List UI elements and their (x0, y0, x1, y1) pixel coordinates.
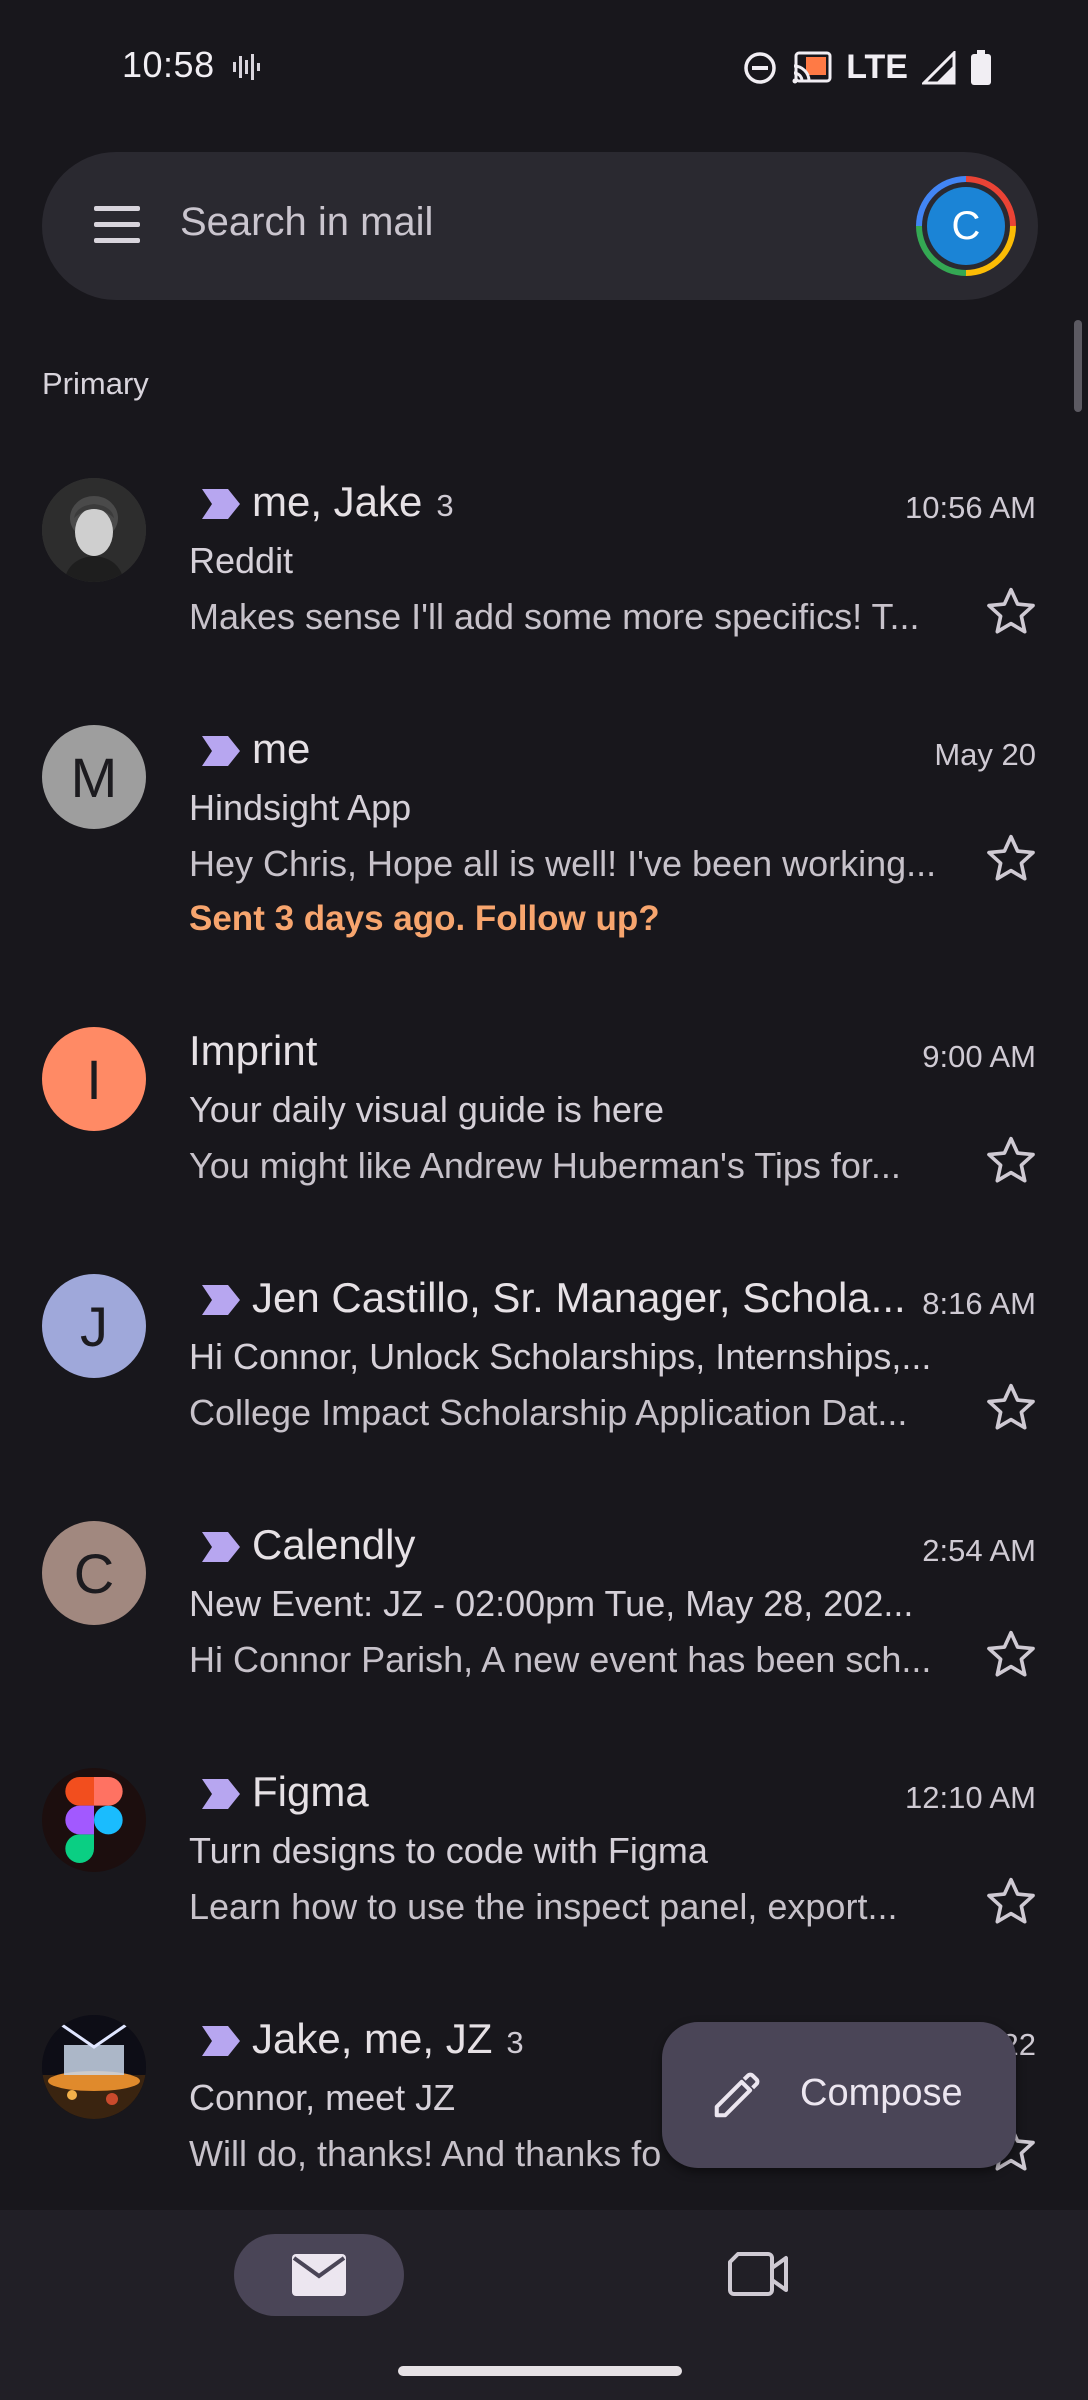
important-marker-icon[interactable] (202, 489, 240, 519)
email-row[interactable]: J Jen Castillo, Sr. Manager, Schola... 8… (0, 1236, 1088, 1476)
status-time: 10:58 (122, 44, 215, 85)
sender-name: Imprint (189, 1027, 318, 1074)
nav-mail-tab[interactable] (234, 2234, 404, 2316)
important-marker-icon[interactable] (202, 2026, 240, 2056)
menu-icon[interactable] (92, 200, 142, 250)
star-icon[interactable] (984, 584, 1038, 638)
email-row[interactable]: M me May 20 Hindsight App Hey Chris, Hop… (0, 687, 1088, 987)
meet-video-icon[interactable] (728, 2248, 790, 2300)
email-date: 12:10 AM (905, 1780, 1036, 1815)
signal-icon (922, 50, 956, 84)
email-date: 2:54 AM (922, 1533, 1036, 1568)
email-subject: Connor, meet JZ (189, 2077, 456, 2118)
sender-name: Jen Castillo, Sr. Manager, Schola... (252, 1274, 906, 1321)
gmail-inbox-screen: 10:58 LTE Search in mail C Primary me, J… (0, 0, 1088, 2400)
sender-avatar: J (42, 1274, 146, 1378)
account-initial: C (927, 187, 1005, 265)
important-marker-icon[interactable] (202, 736, 240, 766)
email-subject: Reddit (189, 540, 294, 581)
email-snippet: Learn how to use the inspect panel, expo… (189, 1886, 898, 1927)
concert-photo-icon (42, 2015, 146, 2119)
email-row[interactable]: C Calendly 2:54 AM New Event: JZ - 02:00… (0, 1483, 1088, 1723)
star-icon[interactable] (984, 1627, 1038, 1681)
thread-count: 3 (506, 2025, 524, 2060)
email-row[interactable]: me, Jake 3 10:56 AM Reddit Makes sense I'… (0, 440, 1088, 680)
section-label: Primary (42, 366, 149, 401)
audio-wave-icon (233, 54, 260, 80)
email-snippet: College Impact Scholarship Application D… (189, 1392, 908, 1433)
sender-name: me (252, 725, 311, 772)
email-subject: Your daily visual guide is here (189, 1089, 664, 1130)
network-type: LTE (846, 48, 908, 86)
sender-name: Jake, me, JZ 3 (252, 2015, 524, 2062)
sender-avatar (42, 478, 146, 582)
important-marker-icon[interactable] (202, 1285, 240, 1315)
follow-up-nudge: Sent 3 days ago. Follow up? (189, 899, 660, 938)
email-snippet: Makes sense I'll add some more specifics… (189, 596, 920, 637)
email-row[interactable]: Figma 12:10 AM Turn designs to code with… (0, 1730, 1088, 1970)
email-snippet: Will do, thanks! And thanks fo (189, 2133, 662, 2174)
email-date: May 20 (934, 737, 1036, 772)
star-icon[interactable] (984, 1133, 1038, 1187)
bottom-navigation (0, 2210, 1088, 2400)
sender-name: Calendly (252, 1521, 416, 1568)
important-marker-icon[interactable] (202, 1779, 240, 1809)
star-icon[interactable] (984, 831, 1038, 885)
email-subject: Hindsight App (189, 787, 412, 828)
dnd-icon (744, 51, 777, 84)
email-snippet: You might like Andrew Huberman's Tips fo… (189, 1145, 901, 1186)
thread-count: 3 (436, 488, 454, 523)
sender-avatar: C (42, 1521, 146, 1625)
sender-name: Figma (252, 1768, 369, 1815)
compose-label: Compose (800, 2072, 963, 2114)
email-snippet: Hi Connor Parish, A new event has been s… (189, 1639, 932, 1680)
pencil-icon (714, 2072, 760, 2118)
figma-logo-icon (65, 1777, 123, 1863)
search-bar[interactable]: Search in mail C (42, 152, 1038, 300)
email-date: 9:00 AM (922, 1039, 1036, 1074)
email-snippet: Hey Chris, Hope all is well! I've been w… (189, 843, 937, 884)
email-subject: Hi Connor, Unlock Scholarships, Internsh… (189, 1336, 932, 1377)
compose-button[interactable]: Compose (662, 2022, 1016, 2168)
star-icon[interactable] (984, 1380, 1038, 1434)
sender-avatar (42, 1768, 146, 1872)
email-list: me, Jake 3 10:56 AM Reddit Makes sense I'… (0, 440, 1088, 2210)
search-input[interactable]: Search in mail (180, 200, 433, 245)
status-bar: 10:58 LTE (0, 0, 1088, 135)
battery-icon (971, 49, 991, 85)
email-date: 10:56 AM (905, 490, 1036, 525)
account-avatar[interactable]: C (916, 176, 1016, 276)
mail-icon (292, 2254, 346, 2296)
scrollbar-thumb[interactable] (1074, 320, 1082, 412)
important-marker-icon[interactable] (202, 1532, 240, 1562)
sender-avatar: M (42, 725, 146, 829)
person-photo-icon (42, 478, 146, 582)
cast-icon (792, 51, 832, 83)
email-date: 8:16 AM (922, 1286, 1036, 1321)
email-subject: Turn designs to code with Figma (189, 1830, 708, 1871)
sender-avatar (42, 2015, 146, 2119)
sender-avatar: I (42, 1027, 146, 1131)
email-subject: New Event: JZ - 02:00pm Tue, May 28, 202… (189, 1583, 914, 1624)
sender-name: me, Jake 3 (252, 478, 454, 525)
status-icons: LTE (742, 48, 992, 87)
email-row[interactable]: I Imprint 9:00 AM Your daily visual guid… (0, 989, 1088, 1229)
gesture-bar[interactable] (398, 2366, 682, 2376)
star-icon[interactable] (984, 1874, 1038, 1928)
